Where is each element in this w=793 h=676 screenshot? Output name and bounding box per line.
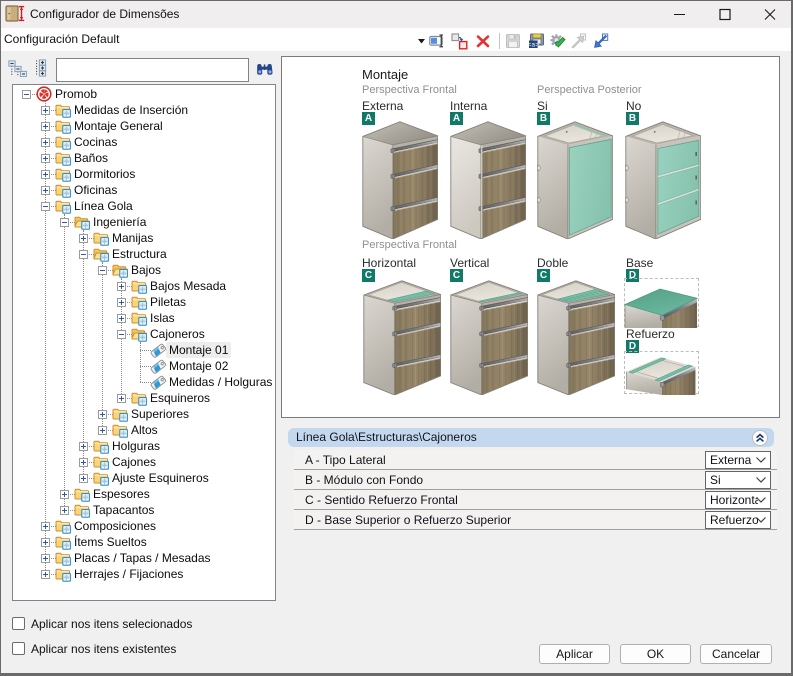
svg-text:<a>: <a>	[528, 41, 539, 48]
